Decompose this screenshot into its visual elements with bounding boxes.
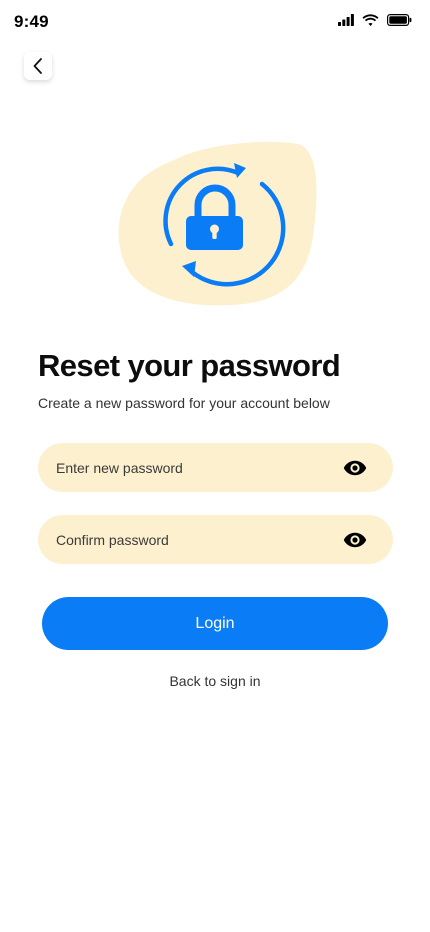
battery-icon xyxy=(387,14,412,26)
eye-icon xyxy=(343,532,367,548)
eye-icon xyxy=(343,460,367,476)
confirm-password-visibility-toggle[interactable] xyxy=(343,530,367,550)
back-button[interactable] xyxy=(24,52,52,80)
wifi-icon xyxy=(362,14,379,26)
lock-illustration xyxy=(116,140,320,308)
confirm-password-field-container xyxy=(38,515,393,564)
confirm-password-input[interactable] xyxy=(38,515,393,564)
back-to-sign-in-link[interactable]: Back to sign in xyxy=(0,673,430,689)
status-icons xyxy=(338,14,412,26)
login-button[interactable]: Login xyxy=(42,597,388,650)
lock-refresh-icon xyxy=(118,141,317,306)
status-time: 9:49 xyxy=(14,12,49,31)
signal-icon xyxy=(338,14,354,26)
page-title: Reset your password xyxy=(38,348,341,383)
status-bar: 9:49 xyxy=(0,0,430,44)
page-subtitle: Create a new password for your account b… xyxy=(38,395,330,411)
new-password-input[interactable] xyxy=(38,443,393,492)
new-password-visibility-toggle[interactable] xyxy=(343,458,367,478)
new-password-field-container xyxy=(38,443,393,492)
chevron-left-icon xyxy=(33,58,42,74)
